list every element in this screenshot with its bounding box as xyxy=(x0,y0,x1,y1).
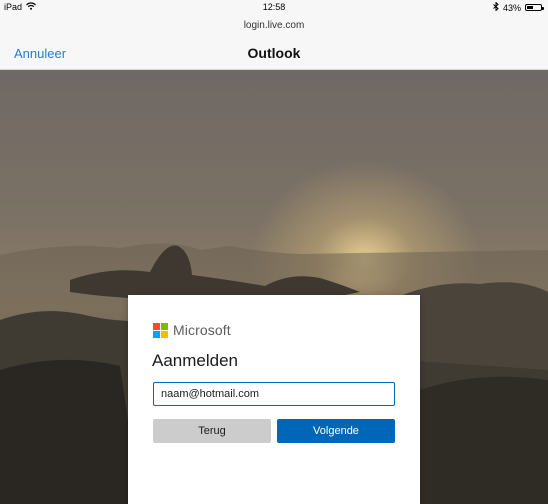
logo-square-red xyxy=(153,322,160,330)
logo-square-green xyxy=(161,322,168,330)
microsoft-logo-icon xyxy=(153,322,168,338)
microsoft-logo: Microsoft xyxy=(153,322,231,338)
back-button[interactable]: Terug xyxy=(153,419,271,443)
logo-square-yellow xyxy=(161,330,168,338)
bluetooth-icon xyxy=(493,1,499,13)
browser-nav-bar: login.live.com Annuleer Outlook xyxy=(0,14,548,70)
battery-percent: 43% xyxy=(502,2,521,13)
url-label: login.live.com xyxy=(243,20,305,31)
logo-square-blue xyxy=(153,330,160,338)
login-card: Microsoft Aanmelden Terug Volgende xyxy=(128,295,420,504)
microsoft-wordmark: Microsoft xyxy=(173,322,231,338)
nav-title: Outlook xyxy=(247,45,301,61)
status-right: 43% xyxy=(493,1,544,13)
battery-fill xyxy=(527,6,533,9)
status-time: 12:58 xyxy=(262,2,286,12)
email-input[interactable] xyxy=(153,382,395,406)
next-button[interactable]: Volgende xyxy=(277,419,395,443)
status-bar: iPad 12:58 43% xyxy=(0,0,548,14)
sign-in-heading: Aanmelden xyxy=(152,351,239,370)
battery-icon xyxy=(525,4,544,11)
